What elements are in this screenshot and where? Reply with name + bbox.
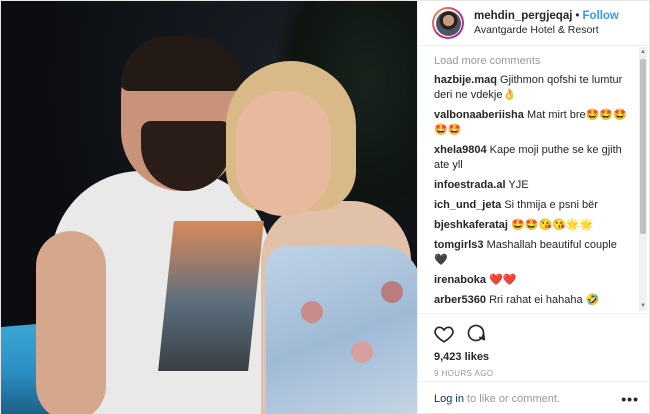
separator-dot: •	[575, 10, 580, 23]
post-actions: 9,423 likes 9 HOURS AGO	[418, 313, 649, 378]
more-options-icon[interactable]: •••	[621, 391, 639, 407]
comment-item: infoestrada.al YJE	[434, 178, 629, 193]
login-link[interactable]: Log in	[434, 393, 464, 405]
comment-item: ich_und_jeta Si thmija e psni bër	[434, 198, 629, 213]
comment-icon[interactable]	[466, 323, 486, 343]
follow-button[interactable]: Follow	[582, 10, 618, 22]
man-arm	[36, 231, 106, 414]
comment-item: xhela9804 Kape moji puthe se ke gjith at…	[434, 143, 629, 173]
comment-username[interactable]: tomgirls3	[434, 239, 484, 251]
heart-icon[interactable]	[434, 324, 454, 343]
comment-username[interactable]: hazbije.maq	[434, 74, 497, 86]
post-header: mehdin_pergjeqaj • Follow Avantgarde Hotel…	[418, 1, 649, 46]
dress-flower	[381, 281, 403, 303]
woman-dress	[266, 246, 417, 414]
comment-text: 🤩🤩😘😘🌟🌟	[511, 219, 594, 231]
comment-username[interactable]: irenaboka	[434, 274, 486, 286]
dress-flower	[351, 341, 373, 363]
comment-username[interactable]: infoestrada.al	[434, 179, 506, 191]
avatar[interactable]	[432, 7, 464, 39]
comment-username[interactable]: arber5360	[434, 294, 486, 306]
login-prompt-text: to like or comment.	[463, 392, 560, 405]
comment-username[interactable]: valbonaaberiisha	[434, 109, 524, 121]
woman-face	[236, 91, 331, 216]
comments-list[interactable]: Load more comments hazbije.maq Gjithmon …	[418, 47, 637, 311]
username-link[interactable]: mehdin_pergjeqaj	[474, 10, 572, 22]
likes-count[interactable]: 9,423 likes	[434, 351, 633, 363]
location-link[interactable]: Avantgarde Hotel & Resort	[474, 24, 619, 37]
comment-text: Rri rahat ei hahaha 🤣	[489, 294, 600, 306]
comment-username[interactable]: ich_und_jeta	[434, 199, 501, 211]
scroll-up-arrow-icon[interactable]: ▲	[639, 47, 647, 57]
login-bar: Log in to like or comment. •••	[418, 381, 649, 414]
comment-item: bjeshkaferataj 🤩🤩😘😘🌟🌟	[434, 218, 629, 233]
comment-text: ❤️❤️	[489, 274, 517, 286]
post-photo[interactable]	[1, 1, 417, 414]
comment-item: arber5360 Rri rahat ei hahaha 🤣	[434, 293, 629, 308]
dress-flower	[301, 301, 323, 323]
post-side-panel: mehdin_pergjeqaj • Follow Avantgarde Hotel…	[417, 1, 649, 414]
comment-username[interactable]: bjeshkaferataj	[434, 219, 508, 231]
comment-item: irenaboka ❤️❤️	[434, 273, 629, 288]
shirt-print	[158, 221, 264, 371]
comments-scrollbar[interactable]: ▲ ▼	[639, 47, 647, 311]
comment-item: hazbije.maq Gjithmon qofshi te lumtur de…	[434, 73, 629, 103]
instagram-post: mehdin_pergjeqaj • Follow Avantgarde Hotel…	[0, 0, 650, 414]
comment-item: tomgirls3 Mashallah beautiful couple 🖤	[434, 238, 629, 268]
load-more-comments-button[interactable]: Load more comments	[434, 55, 629, 67]
scroll-down-arrow-icon[interactable]: ▼	[639, 301, 647, 311]
comment-username[interactable]: xhela9804	[434, 144, 487, 156]
comment-text: Si thmija e psni bër	[504, 199, 598, 211]
comment-item: valbonaaberiisha Mat mirt bre🤩🤩🤩🤩🤩	[434, 108, 629, 138]
post-timestamp[interactable]: 9 HOURS AGO	[434, 369, 633, 378]
scrollbar-thumb[interactable]	[640, 59, 646, 234]
comment-text: YJE	[508, 179, 529, 191]
